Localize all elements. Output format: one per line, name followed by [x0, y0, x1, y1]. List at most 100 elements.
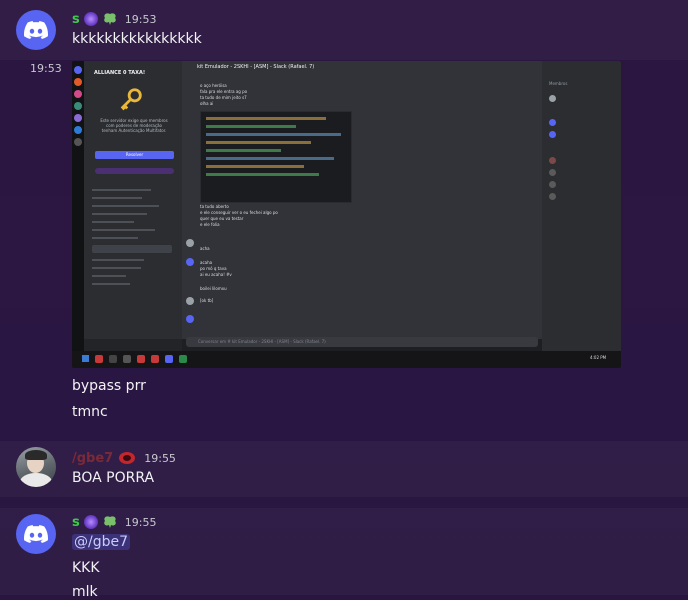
channel-row[interactable] [92, 205, 160, 207]
user-mention[interactable]: @/gbe7 [72, 534, 131, 550]
start-icon[interactable] [82, 355, 89, 362]
code-line [206, 141, 311, 144]
role-badge-icon [83, 515, 98, 529]
channel-row[interactable] [92, 237, 139, 239]
taskbar-app-icon[interactable] [95, 355, 103, 363]
channel-row[interactable] [92, 259, 145, 261]
taskbar-app-icon[interactable] [109, 355, 117, 363]
boost-bar [95, 168, 174, 174]
message-text: tmnc [72, 404, 108, 420]
discord-avatar[interactable] [16, 514, 56, 554]
server-icon[interactable] [74, 90, 82, 98]
taskbar-clock: 4:02 PM [590, 355, 607, 360]
code-line [206, 117, 326, 120]
code-line [206, 149, 281, 152]
role-badge-icon [83, 12, 98, 26]
chat-input[interactable]: Conversar em # kit Emulador - 2SKHI - [A… [186, 337, 538, 347]
leaf-badge-icon [103, 13, 116, 25]
server-icon[interactable] [74, 126, 82, 134]
chat-line: olha ai [200, 101, 214, 106]
chat-header-title: kit Emulador - 2SKHI - [ASM] - Slack (Ra… [197, 64, 315, 70]
mini-avatar [186, 258, 194, 266]
code-screenshot[interactable] [200, 111, 352, 203]
channel-list [92, 183, 176, 291]
mfa-notice: Este servidor exige que membros com pode… [100, 118, 168, 133]
mini-avatar [186, 315, 194, 323]
channel-row[interactable] [92, 229, 155, 231]
message-group-4: s 19:55 @/gbe7 KKK mlk [0, 508, 688, 600]
member-avatar[interactable] [549, 157, 556, 164]
timestamp: 19:55 [124, 515, 157, 529]
taskbar-icons [82, 355, 187, 363]
message-text: BOA PORRA [72, 470, 155, 486]
member-avatar[interactable] [549, 95, 556, 102]
channel-row[interactable] [92, 221, 134, 223]
taskbar-app-icon[interactable] [123, 355, 131, 363]
code-line [206, 125, 296, 128]
attached-screenshot[interactable]: ALLIANCE 0 TAXA! Este servidor exige que… [72, 61, 621, 368]
hover-timestamp: 19:53 [30, 62, 62, 75]
code-line [206, 165, 304, 168]
discord-logo-icon [24, 21, 48, 39]
message-header: /gbe7 19:55 [72, 449, 176, 467]
username[interactable]: s [72, 12, 80, 27]
member-list-header: Membros [549, 81, 568, 86]
avatar-hair [25, 450, 47, 460]
message-group-1: s 19:53 kkkkkkkkkkkkkkkk [0, 0, 688, 60]
discord-logo-icon [24, 525, 48, 543]
red-swirl-badge-icon [119, 452, 136, 464]
member-avatar[interactable] [549, 119, 556, 126]
server-icon[interactable] [74, 102, 82, 110]
member-avatar[interactable] [549, 193, 556, 200]
member-avatar[interactable] [549, 131, 556, 138]
mini-avatar [186, 297, 194, 305]
channel-row[interactable] [92, 283, 130, 285]
server-icon[interactable] [74, 114, 82, 122]
taskbar-app-icon[interactable] [151, 355, 159, 363]
code-line [206, 133, 341, 136]
message-text: KKK [72, 560, 100, 576]
taskbar-app-icon[interactable] [137, 355, 145, 363]
message-text: kkkkkkkkkkkkkkkk [72, 31, 202, 47]
user-panel [84, 339, 182, 351]
member-list [542, 61, 621, 351]
channel-row[interactable] [92, 189, 151, 191]
taskbar-app-icon[interactable] [179, 355, 187, 363]
chat-line: e ele folia [200, 222, 220, 227]
mini-avatar [186, 239, 194, 247]
member-avatar[interactable] [549, 169, 556, 176]
server-icon[interactable] [74, 66, 82, 74]
taskbar-app-icon[interactable] [165, 355, 173, 363]
message-header: s 19:55 [72, 513, 156, 531]
user-avatar[interactable] [16, 447, 56, 487]
chat-lines: o aço heróisa fala pra ele entra ag po t… [200, 83, 360, 107]
server-icon[interactable] [74, 138, 82, 146]
code-line [206, 157, 334, 160]
resolve-button-label: Resolver [125, 152, 144, 157]
message-header: s 19:53 [72, 10, 156, 28]
key-icon [120, 88, 142, 111]
discord-avatar[interactable] [16, 10, 56, 50]
message-group-3: /gbe7 19:55 BOA PORRA [0, 441, 688, 497]
channel-row[interactable] [92, 275, 126, 277]
server-name[interactable]: ALLIANCE 0 TAXA! [94, 70, 145, 76]
username[interactable]: s [72, 515, 80, 530]
server-icon[interactable] [74, 78, 82, 86]
avatar-body [20, 473, 52, 487]
channel-row[interactable] [92, 267, 141, 269]
channel-row[interactable] [92, 213, 147, 215]
message-mention-line: @/gbe7 [72, 534, 131, 550]
timestamp: 19:53 [124, 12, 157, 26]
member-avatar[interactable] [549, 181, 556, 188]
channel-row-active[interactable] [92, 245, 172, 253]
resolve-button[interactable]: Resolver [95, 151, 174, 159]
code-line [206, 173, 319, 176]
chat-lines-2: ta tudo aberto e ele conseguir ver o eu … [200, 204, 400, 228]
chat-line: [ok tb] [200, 298, 214, 303]
chat-lines-3: acha acaha po mó q tava ai eu acaha! #v … [200, 246, 400, 304]
username[interactable]: /gbe7 [72, 451, 113, 466]
message-text: bypass prr [72, 378, 146, 394]
channel-row[interactable] [92, 197, 143, 199]
timestamp: 19:55 [144, 451, 176, 465]
leaf-badge-icon [103, 516, 116, 528]
